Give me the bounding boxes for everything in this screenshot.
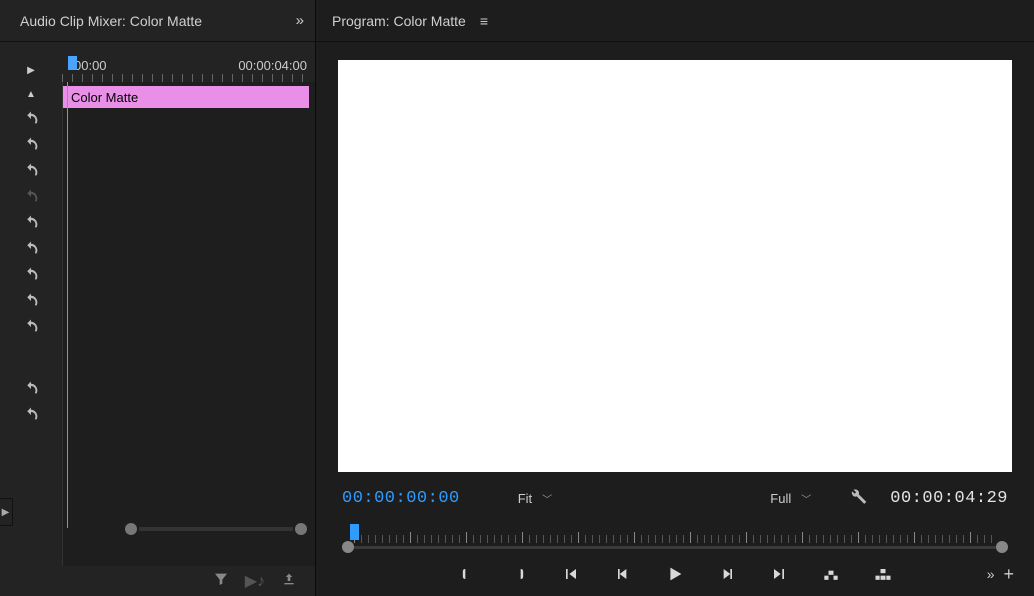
play-button[interactable]: [664, 563, 686, 585]
reset-icon[interactable]: [21, 162, 41, 180]
zoom-handle-right[interactable]: [295, 523, 307, 535]
mark-in-button[interactable]: [456, 563, 478, 585]
track-gutter: ▲: [0, 82, 62, 566]
left-footer: ▶♪: [0, 566, 315, 596]
more-buttons-icon[interactable]: »: [987, 566, 992, 582]
reset-icon[interactable]: [21, 266, 41, 284]
effect-controls-panel: Audio Clip Mixer: Color Matte » ▶ 00:00 …: [0, 0, 316, 596]
scrub-row: [316, 518, 1034, 552]
video-monitor[interactable]: [338, 60, 1012, 472]
mark-out-button[interactable]: [508, 563, 530, 585]
go-to-in-button[interactable]: [560, 563, 582, 585]
quality-label: Full: [770, 491, 791, 506]
step-back-button[interactable]: [612, 563, 634, 585]
zoom-bar[interactable]: [342, 542, 1008, 552]
clip-bar[interactable]: Color Matte: [63, 86, 309, 108]
ruler-ticks: [62, 74, 309, 82]
play-audio-icon: ▶♪: [245, 571, 265, 591]
reset-icon[interactable]: [21, 110, 41, 128]
reset-icon[interactable]: [21, 136, 41, 154]
filter-icon[interactable]: [213, 571, 229, 592]
reset-icon[interactable]: [21, 380, 41, 398]
left-panel-title: Audio Clip Mixer: Color Matte: [20, 13, 202, 29]
zoom-label: Fit: [518, 491, 532, 506]
clip-label: Color Matte: [71, 90, 138, 105]
reset-icon[interactable]: [21, 240, 41, 258]
export-icon[interactable]: [281, 571, 297, 592]
reset-icon[interactable]: [21, 292, 41, 310]
collapse-up-icon[interactable]: ▲: [26, 86, 36, 102]
scrub-playhead[interactable]: [350, 524, 359, 540]
lift-button[interactable]: [820, 563, 842, 585]
add-button-icon[interactable]: +: [1003, 564, 1014, 585]
current-timecode[interactable]: 00:00:00:00: [342, 489, 460, 508]
extract-button[interactable]: [872, 563, 894, 585]
zoom-track[interactable]: [139, 527, 293, 531]
chevron-down-icon: ﹀: [542, 491, 552, 506]
effect-timeline: ▶ 00:00 00:00:04:00 ▲ Color Matte: [0, 42, 315, 596]
zoom-dropdown[interactable]: Fit ﹀: [512, 489, 582, 508]
zoom-line[interactable]: [354, 546, 996, 549]
go-to-out-button[interactable]: [768, 563, 790, 585]
scrub-ruler[interactable]: [342, 524, 1008, 540]
program-header: Program: Color Matte ≡: [316, 0, 1034, 42]
quality-dropdown[interactable]: Full ﹀: [764, 489, 834, 508]
play-toggle-icon[interactable]: ▶: [0, 65, 62, 76]
zoom-handle-left[interactable]: [125, 523, 137, 535]
time-ruler[interactable]: 00:00 00:00:04:00: [62, 58, 315, 82]
collapse-icon[interactable]: »: [296, 12, 301, 29]
reset-icon: [21, 188, 41, 206]
reset-icon[interactable]: [21, 318, 41, 336]
transport-controls: » +: [316, 552, 1034, 596]
playhead-line: [67, 82, 68, 528]
ruler-start-tc: 00:00: [74, 58, 107, 73]
settings-icon[interactable]: [848, 486, 868, 511]
program-monitor-panel: Program: Color Matte ≡ 00:00:00:00 Fit ﹀…: [316, 0, 1034, 596]
program-title: Program: Color Matte: [332, 13, 466, 29]
ruler-end-tc: 00:00:04:00: [238, 58, 307, 73]
zoom-scrollbar[interactable]: [125, 522, 307, 536]
expand-handle-icon[interactable]: ▶: [0, 498, 13, 526]
monitor-info-row: 00:00:00:00 Fit ﹀ Full ﹀ 00:00:04:29: [316, 478, 1034, 518]
left-panel-header: Audio Clip Mixer: Color Matte »: [0, 0, 315, 42]
chevron-down-icon: ﹀: [801, 491, 811, 506]
monitor-container: [316, 42, 1034, 478]
step-forward-button[interactable]: [716, 563, 738, 585]
reset-icon[interactable]: [21, 406, 41, 424]
duration-timecode[interactable]: 00:00:04:29: [890, 489, 1008, 508]
reset-icon[interactable]: [21, 214, 41, 232]
panel-menu-icon[interactable]: ≡: [480, 13, 488, 29]
ruler-playhead[interactable]: [68, 56, 77, 70]
track-body[interactable]: Color Matte: [62, 82, 315, 566]
